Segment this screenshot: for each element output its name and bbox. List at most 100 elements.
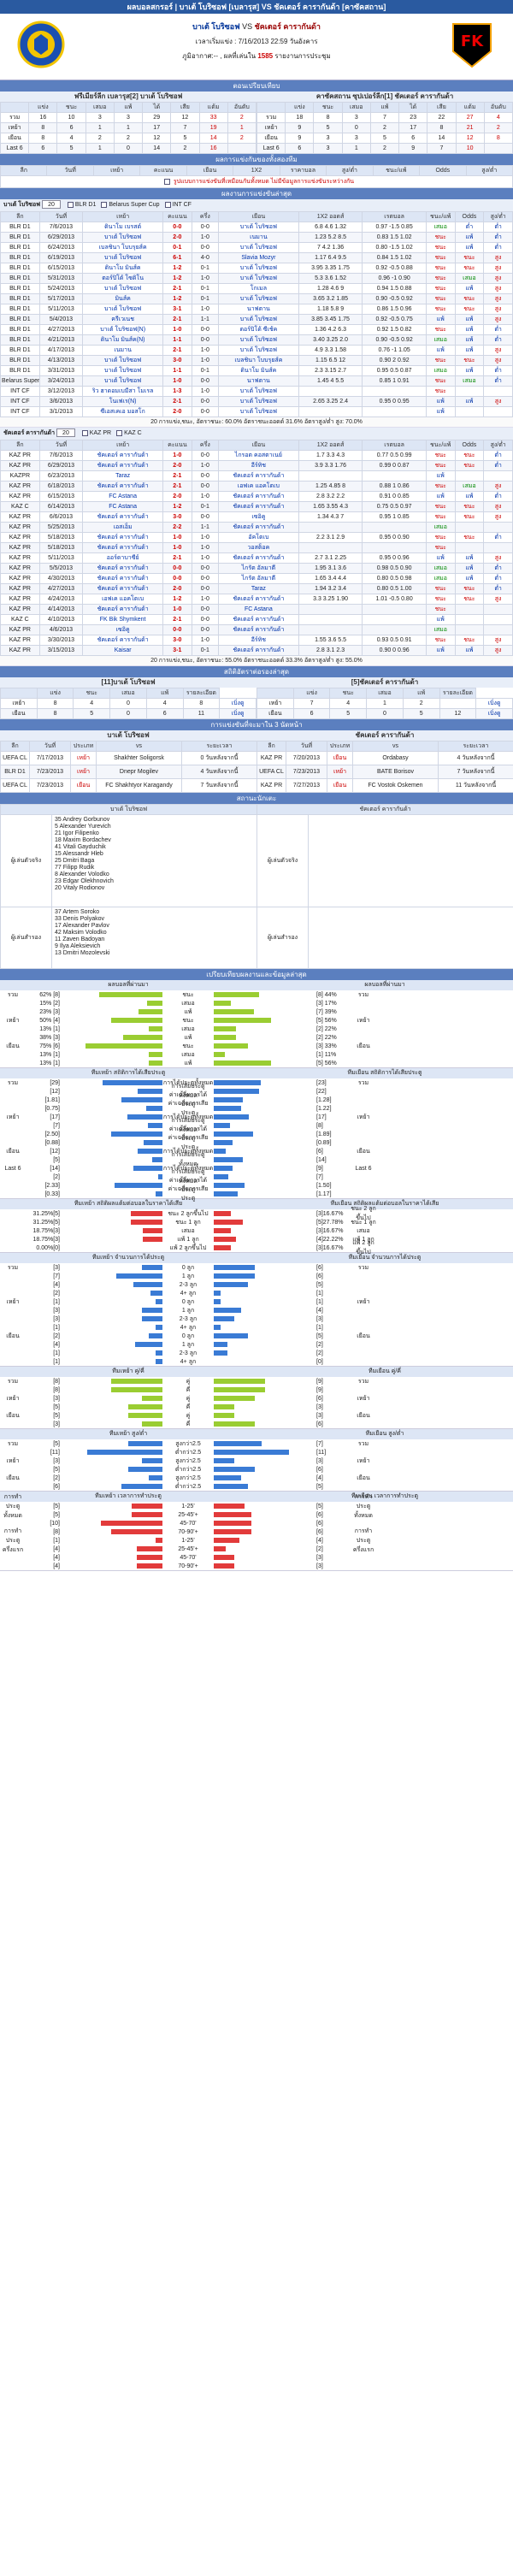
home-recent-cell[interactable]: บาเต้ โบริซอฟ bbox=[82, 355, 164, 366]
home-recent-row[interactable]: BLR D1 6/24/2013 เบลชินา โบบรุยส์ค 0-1 0-0 บา… bbox=[0, 242, 513, 253]
away-recent-cell[interactable]: เอฟเค แอคโตเบ bbox=[217, 481, 299, 492]
away-recent-row[interactable]: KAZ PR 5/18/2013 ชัคเตอร์ คารากันด้า 1-0 1-0… bbox=[0, 532, 513, 543]
away-upcoming-cell[interactable]: Ordabasy bbox=[352, 751, 439, 765]
home-recent-cell[interactable]: บาเต้ โบริซอฟ bbox=[217, 406, 299, 417]
home-recent-row[interactable]: BLR D1 6/19/2013 บาเต้ โบริซอฟ 6-1 4-0 Slavia… bbox=[0, 252, 513, 263]
away-recent-cell[interactable]: Taraz bbox=[217, 583, 299, 594]
away-recent-row[interactable]: KAZ PR 6/29/2013 ชัคเตอร์ คารากันด้า 2-0 1-0… bbox=[0, 460, 513, 471]
home-recent-cell[interactable]: ครีเวเนช bbox=[82, 314, 164, 325]
home-recent-cell[interactable]: บาเต้ โบริซอฟ bbox=[217, 242, 299, 253]
away-recent-row[interactable]: KAZ PR 3/30/2013 ชัคเตอร์ คารากันด้า 3-0 1-0… bbox=[0, 635, 513, 646]
home-recent-cell[interactable]: บาเต้ โบริซอฟ bbox=[217, 222, 299, 233]
away-recent-cell[interactable]: ชัคเตอร์ คารากันด้า bbox=[217, 614, 299, 625]
home-recent-cell[interactable]: Slavia Mozyr bbox=[217, 252, 299, 263]
away-recent-cell[interactable]: ไกรอต คอสตาเนย์ bbox=[217, 450, 299, 461]
home-team-name[interactable]: บาเต้ โบริซอฟ bbox=[192, 22, 239, 31]
home-recent-cell[interactable]: บาเต้ โบริซอฟ bbox=[217, 396, 299, 407]
away-recent-cell[interactable]: ชัคเตอร์ คารากันด้า bbox=[82, 573, 164, 584]
away-recent-cell[interactable]: เอสเอ็ม bbox=[82, 522, 164, 533]
away-recent-row[interactable]: KAZ PR 4/30/2013 ชัคเตอร์ คารากันด้า 0-0 0-0… bbox=[0, 573, 513, 584]
player-item[interactable]: 13 Dmitri Mozolevski bbox=[55, 950, 254, 957]
home-recent-filter-checkbox[interactable] bbox=[101, 201, 108, 208]
player-item[interactable]: 33 Denis Polyakov bbox=[55, 916, 254, 923]
away-recent-cell[interactable]: ชัคเตอร์ คารากันด้า bbox=[217, 501, 299, 512]
away-recent-row[interactable]: KAZ PR 4/14/2013 ชัคเตอร์ คารากันด้า 1-0 0-0… bbox=[0, 604, 513, 615]
away-recent-cell[interactable]: ชัคเตอร์ คารากันด้า bbox=[217, 522, 299, 533]
away-recent-cell[interactable]: เอฟเค แอคโตเบ bbox=[82, 594, 164, 605]
home-recent-cell[interactable]: เนมาน bbox=[217, 232, 299, 243]
away-recent-count-select[interactable]: 20 bbox=[56, 428, 75, 438]
home-recent-cell[interactable]: โกเมล bbox=[217, 283, 299, 294]
home-recent-row[interactable]: BLR D1 4/27/2013 บาเต้ โบริซอฟ(N) 1-0 0-0 ตอร… bbox=[0, 324, 513, 335]
player-item[interactable]: 42 Maksim Volodko bbox=[55, 930, 254, 936]
away-recent-cell[interactable]: ชัคเตอร์ คารากันด้า bbox=[82, 563, 164, 574]
home-recent-cell[interactable]: บาเต้ โบริซอฟ bbox=[82, 375, 164, 387]
home-recent-filter-checkbox[interactable] bbox=[164, 201, 171, 208]
away-recent-row[interactable]: KAZ PR 5/25/2013 เอสเอ็ม 2-2 1-1 ชัคเตอร์ คาร… bbox=[0, 522, 513, 533]
home-upcoming-cell[interactable]: Dnepr Mogilev bbox=[96, 765, 182, 779]
player-item[interactable]: 5 Alexander Yurevich bbox=[55, 824, 254, 830]
away-recent-cell[interactable]: ชัคเตอร์ คารากันด้า bbox=[82, 604, 164, 615]
player-item[interactable]: 11 Zaven Badoyan bbox=[55, 936, 254, 943]
home-recent-row[interactable]: INT CF 3/12/2013 ริว ฮาดอมเบมีสา โมเรล 1-3 1… bbox=[0, 386, 513, 397]
away-recent-row[interactable]: KAZ PR 6/6/2013 ชัคเตอร์ คารากันด้า 3-0 0-0 เ… bbox=[0, 511, 513, 523]
away-recent-cell[interactable]: ไกรัต อัลมาตี bbox=[217, 563, 299, 574]
away-recent-cell[interactable]: ชัคเตอร์ คารากันด้า bbox=[82, 532, 164, 543]
away-upcoming-cell[interactable]: FC Vostok Oskemen bbox=[352, 778, 439, 793]
away-recent-cell[interactable]: ชัคเตอร์ คารากันด้า bbox=[82, 635, 164, 646]
home-recent-cell[interactable]: ริว ฮาดอมเบมีสา โมเรล bbox=[82, 386, 164, 397]
player-item[interactable]: 23 Edgar Olekhnovich bbox=[55, 878, 254, 885]
away-recent-cell[interactable]: ไกรัต อัลมาตี bbox=[217, 573, 299, 584]
home-recent-cell[interactable]: บาเต้ โบริซอฟ bbox=[217, 334, 299, 346]
away-recent-cell[interactable]: ชัคเตอร์ คารากันด้า bbox=[217, 594, 299, 605]
away-recent-row[interactable]: KAZ PR 4/27/2013 ชัคเตอร์ คารากันด้า 2-0 0-0… bbox=[0, 583, 513, 594]
player-item[interactable]: 9 Ilya Aleksievich bbox=[55, 943, 254, 950]
home-odds-detail-link[interactable]: เบิ่งดู bbox=[219, 708, 256, 719]
away-recent-cell[interactable]: อัคโตเบ bbox=[217, 532, 299, 543]
away-odds-detail-link[interactable]: เบิ่งดู bbox=[475, 698, 513, 709]
away-recent-row[interactable]: KAZ C 6/14/2013 FC Astana 1-2 0-1 ชัคเตอร์ คา… bbox=[0, 501, 513, 512]
away-recent-cell[interactable]: เซอิคู bbox=[217, 511, 299, 523]
home-recent-row[interactable]: BLR D1 5/17/2013 มินส์ค 1-2 0-1 บาเต้ โบริซอฟ… bbox=[0, 293, 513, 304]
home-recent-cell[interactable]: บาเต้ โบริซอฟ bbox=[82, 252, 164, 263]
away-upcoming-cell[interactable]: BATE Borisov bbox=[352, 765, 439, 779]
away-recent-cell[interactable]: ชัคเตอร์ คารากันด้า bbox=[82, 450, 164, 461]
home-recent-cell[interactable]: บาเต้ โบริซอฟ bbox=[217, 345, 299, 356]
home-recent-cell[interactable]: เบลชินา โบบรุยส์ค bbox=[82, 242, 164, 253]
home-recent-cell[interactable]: บาเต้ โบริซอฟ bbox=[82, 365, 164, 376]
home-recent-cell[interactable]: ดินาโม มินส์ค(N) bbox=[82, 334, 164, 346]
away-recent-cell[interactable]: เซอิคู bbox=[82, 624, 164, 635]
away-recent-row[interactable]: KAZ PR 5/11/2013 ออร์ดาบาซีย์ 2-1 1-0 ชัคเตอร… bbox=[0, 552, 513, 564]
home-recent-cell[interactable]: ซีเอสเคเอ มอสโก bbox=[82, 406, 164, 417]
away-recent-row[interactable]: KAZ PR 7/6/2013 ชัคเตอร์ คารากันด้า 1-0 0-0 ไ… bbox=[0, 450, 513, 461]
player-item[interactable]: 21 Igor Filipenko bbox=[55, 830, 254, 837]
away-recent-row[interactable]: KAZ PR 4/24/2013 เอฟเค แอคโตเบ 1-2 1-0 ชัคเตอ… bbox=[0, 594, 513, 605]
away-recent-cell[interactable]: ชัคเตอร์ คารากันด้า bbox=[217, 491, 299, 502]
home-recent-cell[interactable]: ดินาโม มินส์ค bbox=[217, 365, 299, 376]
away-recent-row[interactable]: KAZ PR 4/6/2013 เซอิคู 0-0 0-0 ชัคเตอร์ คาราก… bbox=[0, 624, 513, 635]
home-recent-cell[interactable]: บาเต้ โบริซอฟ bbox=[217, 314, 299, 325]
player-item[interactable]: 35 Andrey Gorbunov bbox=[55, 817, 254, 824]
home-recent-count-select[interactable]: 20 bbox=[42, 200, 61, 210]
player-item[interactable]: 20 Vitaly Rodionov bbox=[55, 885, 254, 892]
home-recent-row[interactable]: INT CF 3/1/2013 ซีเอสเคเอ มอสโก 2-0 0-0 บาเต้… bbox=[0, 406, 513, 417]
home-recent-row[interactable]: BLR D1 7/6/2013 ดินาโม เบรสต์ 0-0 0-0 บาเต้ โ… bbox=[0, 222, 513, 233]
home-recent-row[interactable]: INT CF 3/6/2013 โนเฟเร(N) 2-1 0-0 บาเต้ โบริซ… bbox=[0, 396, 513, 407]
away-recent-cell[interactable]: Kaisar bbox=[82, 645, 164, 656]
away-recent-row[interactable]: KAZ PR 6/15/2013 FC Astana 2-0 1-0 ชัคเตอร์ ค… bbox=[0, 491, 513, 502]
away-recent-cell[interactable]: ชัคเตอร์ คารากันด้า bbox=[82, 583, 164, 594]
home-recent-row[interactable]: BLR D1 6/15/2013 ดินาโม มินส์ค 1-2 0-1 บาเต้ … bbox=[0, 263, 513, 274]
away-team-name[interactable]: ชัคเตอร์ คารากันด้า bbox=[255, 22, 321, 31]
away-recent-cell[interactable]: ชัคเตอร์ คารากันด้า bbox=[217, 624, 299, 635]
away-recent-row[interactable]: KAZ PR 6/18/2013 ชัคเตอร์ คารากันด้า 2-1 0-0… bbox=[0, 481, 513, 492]
home-recent-cell[interactable]: บาเต้ โบริซอฟ bbox=[82, 232, 164, 243]
home-recent-row[interactable]: Belarus Super Cup3/24/2013บาเต้ โบริซอฟ1… bbox=[0, 375, 513, 387]
player-item[interactable]: 15 Alessandr Hleb bbox=[55, 851, 254, 858]
player-item[interactable]: 25 Dmitri Baga bbox=[55, 858, 254, 865]
away-recent-cell[interactable]: FC Astana bbox=[82, 491, 164, 502]
home-upcoming-cell[interactable]: FC Shakhtyor Karagandy bbox=[96, 778, 182, 793]
away-recent-row[interactable]: KAZ PR 5/5/2013 ชัคเตอร์ คารากันด้า 0-0 0-0 ไ… bbox=[0, 563, 513, 574]
home-recent-cell[interactable]: มินส์ค bbox=[82, 293, 164, 304]
home-recent-cell[interactable]: ดินาโม มินส์ค bbox=[82, 263, 164, 274]
away-recent-filter-checkbox[interactable] bbox=[81, 429, 88, 436]
